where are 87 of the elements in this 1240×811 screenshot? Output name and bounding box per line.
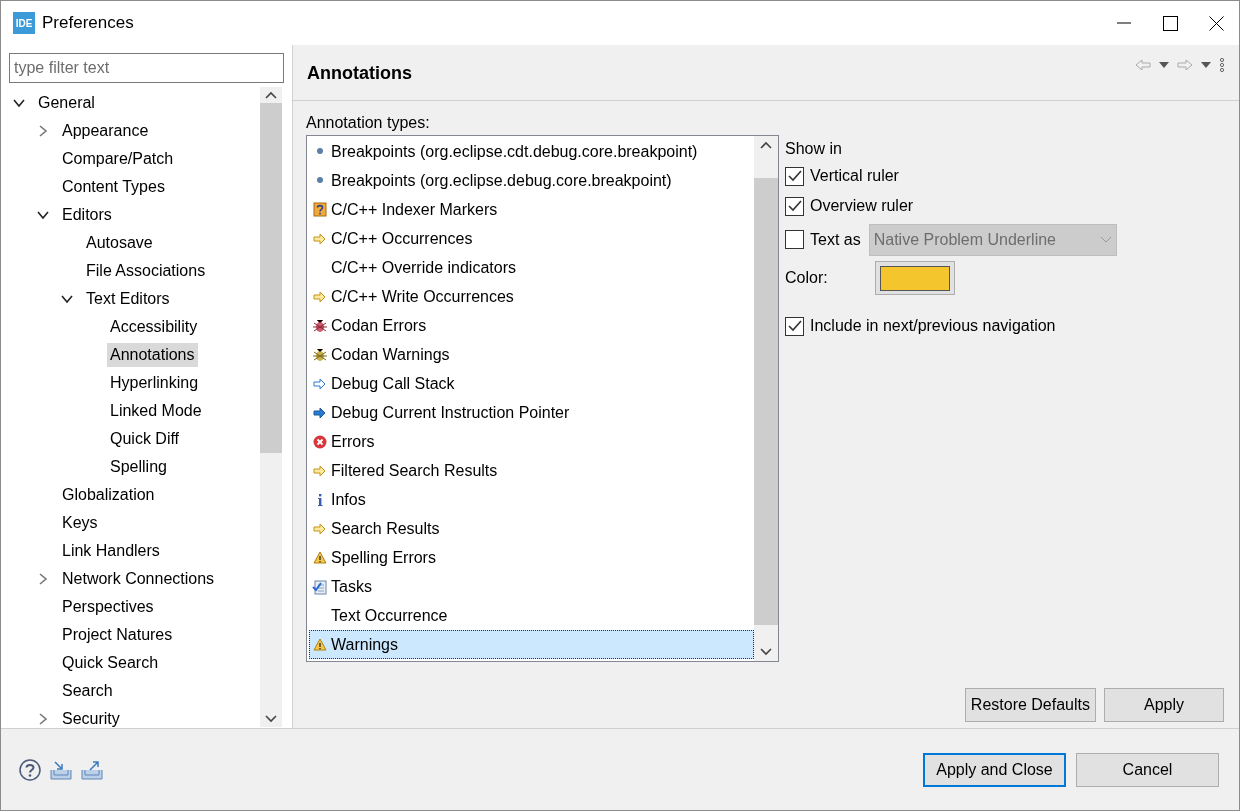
tree-item[interactable]: Editors bbox=[59, 203, 115, 227]
tree-item[interactable]: Hyperlinking bbox=[107, 371, 202, 395]
chevron-right-icon[interactable] bbox=[37, 573, 49, 585]
error-icon bbox=[312, 433, 328, 450]
dropdown-caret-icon[interactable] bbox=[1201, 61, 1211, 68]
checkmark-icon bbox=[787, 200, 802, 212]
app-logo: IDE bbox=[13, 12, 35, 34]
annotation-type-item[interactable]: Codan Warnings bbox=[309, 340, 754, 369]
annotation-type-item[interactable]: Tasks bbox=[309, 572, 754, 601]
maximize-icon bbox=[1162, 15, 1178, 31]
annotation-type-item[interactable]: C/C++ Override indicators bbox=[309, 253, 754, 282]
apply-button[interactable]: Apply bbox=[1104, 688, 1224, 722]
scroll-up-icon bbox=[265, 91, 277, 99]
chevron-down-icon bbox=[1099, 235, 1112, 244]
tree-item[interactable]: Project Natures bbox=[59, 623, 176, 647]
checkbox[interactable]: Vertical ruler bbox=[785, 164, 899, 188]
annotation-type-item[interactable]: Search Results bbox=[309, 514, 754, 543]
annotation-type-item[interactable]: C/C++ Occurrences bbox=[309, 224, 754, 253]
question-mark-icon bbox=[312, 201, 328, 218]
chevron-down-icon[interactable] bbox=[13, 97, 25, 109]
annotation-type-item[interactable]: Breakpoints (org.eclipse.debug.core.breakpoint) bbox=[309, 166, 754, 195]
import-icon[interactable] bbox=[50, 759, 72, 780]
tree-item[interactable]: Quick Diff bbox=[107, 427, 183, 451]
export-icon[interactable] bbox=[81, 759, 103, 780]
tree-item[interactable]: Link Handlers bbox=[59, 539, 163, 563]
scroll-up-icon bbox=[760, 141, 772, 149]
tree-item[interactable]: Compare/Patch bbox=[59, 147, 177, 171]
color-label: Color: bbox=[785, 268, 829, 288]
minimize-icon bbox=[1117, 22, 1131, 24]
filter-field[interactable]: type filter text bbox=[9, 53, 284, 83]
tree-item[interactable]: Autosave bbox=[83, 231, 156, 255]
annotation-type-item[interactable]: Breakpoints (org.eclipse.cdt.debug.core.breakpoint) bbox=[309, 137, 754, 166]
scroll-down-icon bbox=[760, 648, 772, 656]
tree-item[interactable]: Keys bbox=[59, 511, 101, 535]
tree-item[interactable]: File Associations bbox=[83, 259, 209, 283]
chevron-right-icon[interactable] bbox=[37, 125, 49, 137]
annotation-type-item[interactable]: Codan Errors bbox=[309, 311, 754, 340]
bug-icon bbox=[312, 317, 328, 334]
annotation-type-item[interactable]: Filtered Search Results bbox=[309, 456, 754, 485]
page-title: Annotations bbox=[307, 62, 412, 85]
tree-item[interactable]: Appearance bbox=[59, 119, 152, 143]
annotation-type-item[interactable]: Warnings bbox=[309, 630, 754, 659]
chevron-right-icon[interactable] bbox=[37, 713, 49, 725]
tree-scrollbar[interactable] bbox=[260, 87, 282, 727]
tree-item[interactable]: Accessibility bbox=[107, 315, 201, 339]
dropdown-caret-icon[interactable] bbox=[1159, 61, 1169, 68]
tree-item[interactable]: Perspectives bbox=[59, 595, 157, 619]
annotation-type-item[interactable]: Spelling Errors bbox=[309, 543, 754, 572]
close-icon bbox=[1208, 15, 1224, 31]
tree-item[interactable]: Content Types bbox=[59, 175, 168, 199]
annotation-type-item[interactable]: Debug Call Stack bbox=[309, 369, 754, 398]
warning-icon bbox=[312, 549, 328, 566]
annotation-type-item[interactable]: C/C++ Indexer Markers bbox=[309, 195, 754, 224]
list-scrollbar[interactable] bbox=[754, 136, 778, 661]
tree-item[interactable]: Text Editors bbox=[83, 287, 173, 311]
tree-item[interactable]: Security bbox=[59, 707, 123, 728]
annotation-type-item[interactable]: Debug Current Instruction Pointer bbox=[309, 398, 754, 427]
apply-and-close-button[interactable]: Apply and Close bbox=[923, 752, 1066, 787]
annotation-type-item[interactable]: C/C++ Write Occurrences bbox=[309, 282, 754, 311]
more-menu-icon[interactable] bbox=[1219, 57, 1225, 72]
annotation-types-label: Annotation types: bbox=[306, 113, 431, 133]
warning-icon bbox=[312, 636, 328, 653]
tree-item[interactable]: Search bbox=[59, 679, 116, 703]
checkmark-icon bbox=[787, 170, 802, 182]
bug-icon bbox=[312, 346, 328, 363]
tree-item[interactable]: Spelling bbox=[107, 455, 170, 479]
help-icon[interactable] bbox=[19, 758, 41, 781]
checkmark-icon bbox=[787, 320, 802, 332]
checkbox[interactable]: Include in next/previous navigation bbox=[785, 314, 1056, 338]
cancel-button[interactable]: Cancel bbox=[1076, 752, 1219, 787]
tree-item[interactable]: Globalization bbox=[59, 483, 158, 507]
annotation-type-item[interactable]: Text Occurrence bbox=[309, 601, 754, 630]
show-in-label: Show in bbox=[785, 139, 843, 159]
restore-defaults-button[interactable]: Restore Defaults bbox=[964, 688, 1096, 722]
tree-item[interactable]: Network Connections bbox=[59, 567, 218, 591]
scroll-down-icon bbox=[265, 715, 277, 723]
chevron-down-icon[interactable] bbox=[37, 209, 49, 221]
clipboard-icon bbox=[312, 578, 328, 595]
tree-item[interactable]: Annotations bbox=[107, 343, 198, 367]
tree-item[interactable]: General bbox=[35, 91, 98, 115]
annotation-type-item[interactable]: Infos bbox=[309, 485, 754, 514]
tree-item[interactable]: Quick Search bbox=[59, 651, 162, 675]
chevron-down-icon[interactable] bbox=[61, 293, 73, 305]
checkbox[interactable]: Overview ruler bbox=[785, 194, 914, 218]
annotation-type-item[interactable]: Errors bbox=[309, 427, 754, 456]
window-title: Preferences bbox=[42, 12, 134, 35]
tree-item[interactable]: Linked Mode bbox=[107, 399, 205, 423]
